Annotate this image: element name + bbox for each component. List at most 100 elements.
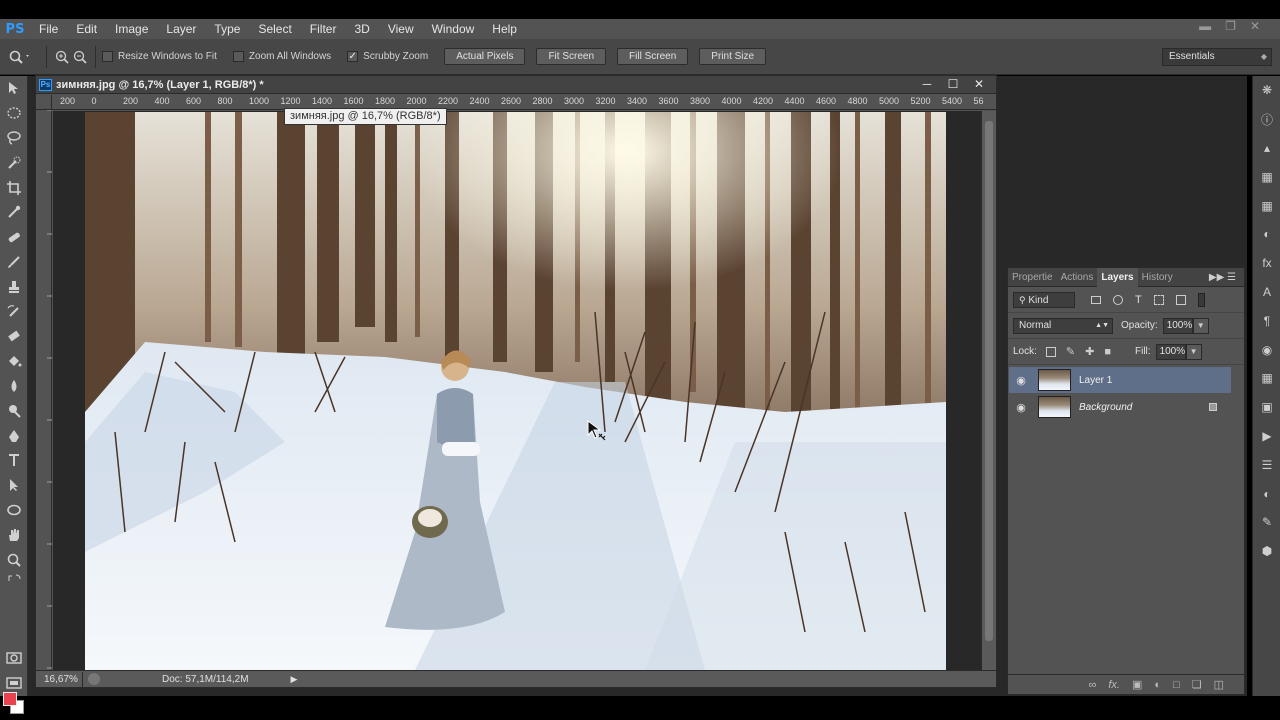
checkmark-icon[interactable]: ✓ [347,51,359,62]
move-tool-icon[interactable] [0,76,28,101]
vertical-scrollbar[interactable] [981,111,996,670]
paragraph-panel-icon[interactable]: ¶ [1253,306,1280,335]
filter-toggle-icon[interactable] [1197,292,1205,307]
lock-transparent-icon[interactable] [1045,346,1056,357]
close-icon[interactable]: ✕ [972,76,986,93]
maximize-icon[interactable]: ☐ [946,76,960,93]
filter-adjustment-icon[interactable] [1113,294,1123,305]
swatches-panel-icon[interactable]: ▦ [1253,162,1280,191]
delete-layer-icon[interactable]: ◫ [1214,678,1224,691]
eyedropper-tool-icon[interactable] [0,200,28,225]
tool-presets-icon[interactable]: ▣ [1253,393,1280,422]
new-layer-icon[interactable]: ❏ [1192,678,1202,691]
menu-3d[interactable]: 3D [345,19,378,39]
quick-mask-icon[interactable] [0,646,28,671]
fit-screen-button[interactable]: Fit Screen [536,48,607,65]
ellipse-tool-icon[interactable] [0,498,28,523]
screen-mode-icon[interactable] [0,671,28,696]
link-layers-icon[interactable]: ∞ [1089,679,1097,691]
scrollbar-thumb[interactable] [985,121,993,641]
clone-source-icon[interactable]: ▦ [1253,364,1280,393]
horizontal-ruler[interactable]: 200 0 200 400 600 800 1000 1200 1400 1600 1800 2000… [52,95,996,110]
brush-tool-icon[interactable] [0,250,28,275]
zoom-level-field[interactable]: 16,67% [36,671,83,687]
zoom-all-windows-checkbox[interactable]: Zoom All Windows [232,51,331,62]
print-size-button[interactable]: Print Size [699,48,767,65]
app-logo[interactable]: PS [0,19,30,39]
menu-file[interactable]: File [30,19,67,39]
add-mask-icon[interactable]: ▣ [1132,678,1142,691]
menu-type[interactable]: Type [205,19,249,39]
menu-edit[interactable]: Edit [67,19,106,39]
lock-position-icon[interactable]: ✚ [1085,345,1094,358]
3d-panel-icon[interactable]: ⬢ [1253,537,1280,566]
resize-windows-checkbox[interactable]: Resize Windows to Fit [102,51,217,62]
styles-panel-icon[interactable]: fx [1253,249,1280,278]
character-panel-icon[interactable]: A [1253,278,1280,307]
layer-style-icon[interactable]: fx. [1108,679,1120,691]
info-panel-icon[interactable]: ⓘ [1253,105,1280,134]
history-brush-tool-icon[interactable] [0,299,28,324]
menu-layer[interactable]: Layer [157,19,205,39]
tab-actions[interactable]: Actions [1057,268,1098,287]
checkbox-box[interactable] [232,51,244,62]
filter-pixel-icon[interactable] [1091,295,1101,304]
filter-shape-icon[interactable] [1153,294,1164,305]
brush-presets-icon[interactable]: ◉ [1253,335,1280,364]
visibility-eye-icon[interactable]: ◉ [1009,374,1033,387]
workspace-switcher[interactable]: Essentials [1162,48,1272,66]
eraser-tool-icon[interactable] [0,324,28,349]
actions-panel-icon[interactable]: ▶ [1253,422,1280,451]
scrubby-zoom-checkbox[interactable]: ✓ Scrubby Zoom [347,51,428,62]
opacity-input[interactable]: 100% [1162,317,1193,334]
healing-brush-tool-icon[interactable] [0,225,28,250]
panel-menu-icon[interactable]: ▶▶ ☰ [1209,268,1236,287]
paint-bucket-tool-icon[interactable] [0,349,28,374]
blur-tool-icon[interactable] [0,374,28,399]
status-menu-arrow-icon[interactable]: ▶ [291,674,298,685]
zoom-tool-icon[interactable] [0,547,28,572]
checkbox-box[interactable] [102,51,113,62]
adjustments-panel-icon[interactable]: ◐ [1253,220,1280,249]
new-adjustment-icon[interactable]: ◐ [1154,679,1161,691]
layer-name[interactable]: Layer 1 [1079,375,1112,386]
status-info-icon[interactable] [88,673,100,685]
filter-kind-select[interactable]: ⚲ Kind [1013,291,1075,308]
zoom-tool-preset-icon[interactable] [0,39,40,75]
fill-screen-button[interactable]: Fill Screen [617,48,689,65]
quick-selection-tool-icon[interactable] [0,150,28,175]
tab-history[interactable]: History [1138,268,1177,287]
filter-type-icon[interactable]: T [1135,294,1142,306]
marquee-tool-icon[interactable] [0,101,28,126]
lasso-tool-icon[interactable] [0,126,28,151]
tab-properties[interactable]: Propertie [1008,268,1057,287]
lock-pixels-icon[interactable]: ✎ [1066,345,1075,358]
histogram-panel-icon[interactable]: ▴ [1253,134,1280,163]
document-tab[interactable]: Ps зимняя.jpg @ 16,7% (Layer 1, RGB/8*) … [36,76,996,94]
menu-help[interactable]: Help [483,19,526,39]
menu-filter[interactable]: Filter [301,19,346,39]
layer-row-background[interactable]: ◉ Background [1009,394,1231,420]
color-panel-icon[interactable]: ❋ [1253,76,1280,105]
channels-panel-icon[interactable]: ◐ [1253,479,1280,508]
ruler-origin[interactable] [36,95,52,110]
type-tool-icon[interactable] [0,448,28,473]
menu-window[interactable]: Window [423,19,484,39]
zoom-out-icon[interactable] [71,48,89,66]
fill-input[interactable]: 100% [1155,343,1186,360]
clone-stamp-tool-icon[interactable] [0,274,28,299]
filter-smart-object-icon[interactable] [1175,294,1186,305]
menu-select[interactable]: Select [249,19,300,39]
minimize-icon[interactable]: ─ [920,76,934,93]
blend-mode-select[interactable]: Normal ▲▼ [1013,317,1113,334]
lock-all-icon[interactable]: ■ [1104,346,1111,358]
opacity-slider-toggle-icon[interactable]: ▼ [1192,317,1209,334]
pen-tool-icon[interactable] [0,423,28,448]
menu-view[interactable]: View [379,19,423,39]
layer-name[interactable]: Background [1079,402,1132,413]
path-selection-tool-icon[interactable] [0,473,28,498]
zoom-in-icon[interactable] [53,48,71,66]
visibility-eye-icon[interactable]: ◉ [1009,401,1033,414]
hand-tool-icon[interactable] [0,522,28,547]
dodge-tool-icon[interactable] [0,398,28,423]
